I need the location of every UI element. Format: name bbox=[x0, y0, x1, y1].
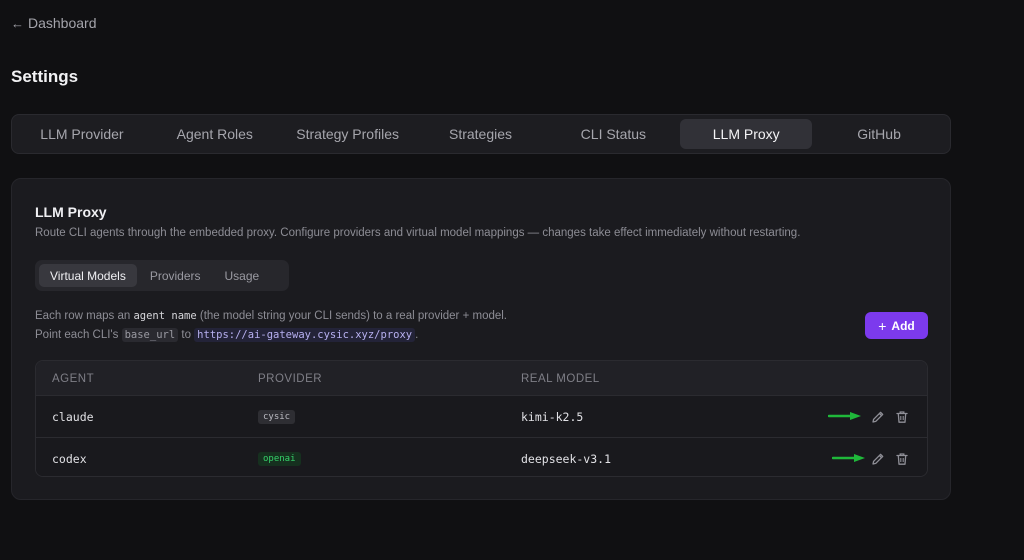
help-text-part: Each row maps an bbox=[35, 310, 131, 322]
header-provider: PROVIDER bbox=[258, 372, 323, 385]
tab-github[interactable]: GitHub bbox=[813, 119, 945, 149]
plus-icon: + bbox=[878, 317, 887, 334]
agent-cell: codex bbox=[52, 451, 87, 466]
pencil-icon[interactable] bbox=[870, 451, 886, 467]
virtual-models-table: AGENT PROVIDER REAL MODEL claude cysic k… bbox=[35, 360, 928, 477]
code-agent-name: agent name bbox=[133, 310, 197, 322]
back-link-label: Dashboard bbox=[28, 15, 97, 31]
provider-cell: openai bbox=[258, 438, 301, 476]
subtab-virtual-models[interactable]: Virtual Models bbox=[39, 264, 137, 287]
help-text-part: to bbox=[181, 329, 191, 341]
settings-tabs: LLM Provider Agent Roles Strategy Profil… bbox=[11, 114, 951, 154]
tab-strategy-profiles[interactable]: Strategy Profiles bbox=[282, 119, 414, 149]
provider-badge: openai bbox=[258, 451, 301, 466]
tab-llm-provider[interactable]: LLM Provider bbox=[16, 119, 148, 149]
table-row: claude cysic kimi-k2.5 bbox=[36, 396, 927, 437]
trash-icon[interactable] bbox=[894, 451, 910, 467]
add-button-label: Add bbox=[891, 318, 915, 333]
code-base-url: base_url bbox=[121, 328, 179, 342]
trash-icon[interactable] bbox=[894, 409, 910, 425]
subtab-usage[interactable]: Usage bbox=[214, 264, 271, 287]
section-title: LLM Proxy bbox=[35, 204, 107, 220]
pencil-icon[interactable] bbox=[870, 409, 886, 425]
green-arrow-icon bbox=[828, 412, 861, 420]
provider-cell: cysic bbox=[258, 396, 296, 437]
proxy-subtabs: Virtual Models Providers Usage bbox=[35, 260, 289, 291]
header-real-model: REAL MODEL bbox=[521, 372, 600, 385]
code-proxy-url: https://ai-gateway.cysic.xyz/proxy bbox=[194, 328, 416, 342]
table-row: codex openai deepseek-v3.1 bbox=[36, 437, 927, 476]
section-description: Route CLI agents through the embedded pr… bbox=[35, 227, 801, 239]
llm-proxy-card: LLM Proxy Route CLI agents through the e… bbox=[11, 178, 951, 500]
add-mapping-button[interactable]: + Add bbox=[865, 312, 928, 339]
back-to-dashboard-link[interactable]: ← Dashboard bbox=[11, 15, 97, 31]
tab-strategies[interactable]: Strategies bbox=[415, 119, 547, 149]
page-title: Settings bbox=[11, 67, 79, 86]
real-model-cell: deepseek-v3.1 bbox=[521, 451, 612, 466]
table-header: AGENT PROVIDER REAL MODEL bbox=[36, 361, 927, 396]
agent-cell: claude bbox=[52, 409, 94, 424]
header-agent: AGENT bbox=[52, 372, 95, 385]
tab-cli-status[interactable]: CLI Status bbox=[547, 119, 679, 149]
subtab-providers[interactable]: Providers bbox=[139, 264, 212, 287]
arrow-left-icon: ← bbox=[11, 15, 24, 31]
tab-agent-roles[interactable]: Agent Roles bbox=[149, 119, 281, 149]
help-text-part: . bbox=[415, 329, 419, 341]
provider-badge: cysic bbox=[258, 409, 296, 424]
green-arrow-icon bbox=[832, 454, 865, 462]
tab-llm-proxy[interactable]: LLM Proxy bbox=[680, 119, 813, 149]
virtual-models-help-text: Each row maps an agent name (the model s… bbox=[35, 307, 515, 345]
real-model-cell: kimi-k2.5 bbox=[521, 409, 584, 424]
